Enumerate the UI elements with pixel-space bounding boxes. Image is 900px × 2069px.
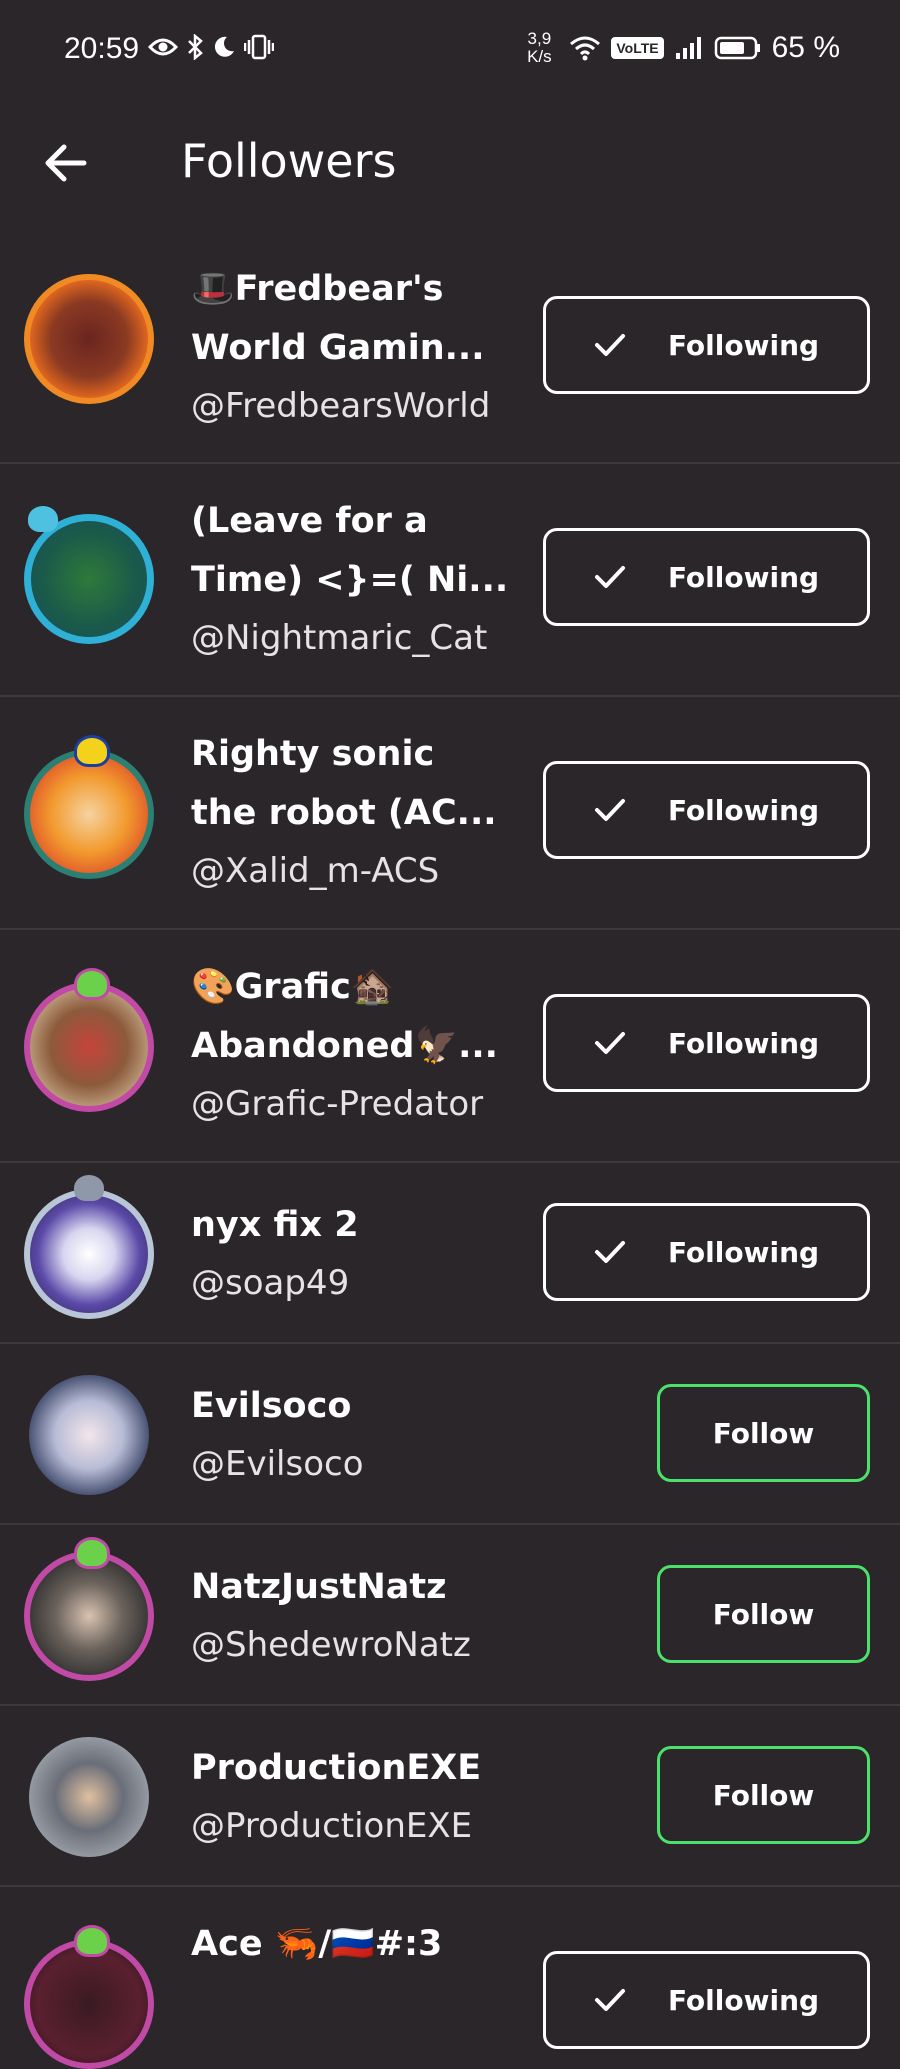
net-speed-unit: K/s: [527, 47, 552, 66]
follower-name: Righty sonic the robot (AC...: [191, 734, 497, 833]
followers-list: 🎩Fredbear's World Gamin... @FredbearsWor…: [0, 232, 900, 2069]
follow-button[interactable]: Follow: [657, 1384, 870, 1482]
moon-icon: [214, 36, 234, 57]
follower-row[interactable]: (Leave for a Time) <}=( Ni... @Nightmari…: [0, 464, 900, 697]
follow-button[interactable]: Follow: [657, 1746, 870, 1844]
button-label: Follow: [712, 1597, 815, 1631]
button-label: Following: [667, 328, 820, 362]
avatar[interactable]: [24, 1370, 154, 1500]
follower-name: Evilsoco: [191, 1386, 352, 1426]
follower-handle: @Grafic-Predator: [191, 1084, 484, 1124]
status-bar: 20:59 3,9 K/s VoLTE 65 %: [0, 0, 900, 100]
avatar[interactable]: [24, 735, 154, 879]
status-right: 3,9 K/s VoLTE 65 %: [519, 30, 840, 66]
follower-info: nyx fix 2 @soap49: [191, 1196, 359, 1311]
follower-info: Righty sonic the robot (AC... @Xalid_m-A…: [191, 725, 511, 899]
follower-name: 🎩Fredbear's World Gamin...: [191, 269, 485, 368]
follower-name: (Leave for a Time) <}=( Ni...: [191, 501, 509, 600]
avatar[interactable]: [24, 274, 154, 404]
following-button[interactable]: Following: [543, 994, 870, 1092]
check-icon: [594, 1032, 625, 1054]
follower-info: Ace 🦐/🇷🇺#:3: [191, 1915, 442, 1974]
follower-handle: @ProductionEXE: [191, 1806, 473, 1846]
avatar[interactable]: [24, 506, 154, 644]
avatar[interactable]: [24, 1175, 154, 1319]
follower-row[interactable]: 🎩Fredbear's World Gamin... @FredbearsWor…: [0, 232, 900, 464]
button-label: Following: [667, 793, 820, 827]
follower-row[interactable]: 🎨Grafic🏚️ Abandoned🦅... @Grafic-Predator…: [0, 930, 900, 1163]
follower-row[interactable]: Righty sonic the robot (AC... @Xalid_m-A…: [0, 697, 900, 930]
button-label: Following: [667, 1026, 820, 1060]
following-button[interactable]: Following: [543, 296, 870, 394]
following-button[interactable]: Following: [543, 1951, 870, 2049]
wifi-icon: [570, 36, 601, 61]
follower-name: NatzJustNatz: [191, 1567, 447, 1607]
button-label: Following: [667, 560, 820, 594]
back-button[interactable]: [40, 138, 100, 188]
status-time: 20:59: [64, 32, 140, 65]
follower-handle: @soap49: [191, 1263, 350, 1303]
follower-info: 🎩Fredbear's World Gamin... @FredbearsWor…: [191, 260, 511, 434]
follower-handle: @Xalid_m-ACS: [191, 851, 440, 891]
avatar[interactable]: [24, 968, 154, 1112]
battery-percent: 65 %: [771, 31, 840, 64]
follower-name: 🎨Grafic🏚️ Abandoned🦅...: [191, 967, 498, 1066]
following-button[interactable]: Following: [543, 528, 870, 626]
arrow-left-icon: [45, 144, 87, 182]
app-header: Followers: [0, 118, 900, 208]
vibrate-icon: [244, 34, 274, 60]
follower-info: 🎨Grafic🏚️ Abandoned🦅... @Grafic-Predator: [191, 958, 511, 1132]
button-label: Follow: [712, 1778, 815, 1812]
follower-name: ProductionEXE: [191, 1748, 482, 1788]
network-speed: 3,9 K/s: [519, 30, 559, 66]
follower-info: Evilsoco @Evilsoco: [191, 1377, 364, 1492]
check-icon: [594, 1241, 625, 1263]
follower-info: ProductionEXE @ProductionEXE: [191, 1739, 481, 1854]
button-label: Follow: [712, 1416, 815, 1450]
follow-button[interactable]: Follow: [657, 1565, 870, 1663]
check-icon: [594, 334, 625, 356]
follower-info: (Leave for a Time) <}=( Ni... @Nightmari…: [191, 492, 511, 666]
avatar[interactable]: [24, 1732, 154, 1862]
eye-icon: [148, 38, 178, 56]
follower-row[interactable]: Ace 🦐/🇷🇺#:3 Following: [0, 1887, 900, 2069]
follower-name: nyx fix 2: [191, 1205, 359, 1245]
volte-badge: VoLTE: [611, 37, 664, 59]
check-icon: [594, 799, 625, 821]
follower-handle: @FredbearsWorld: [191, 386, 491, 426]
follower-info: NatzJustNatz @ShedewroNatz: [191, 1558, 471, 1673]
following-button[interactable]: Following: [543, 761, 870, 859]
button-label: Following: [667, 1983, 820, 2017]
bluetooth-icon: [188, 34, 203, 60]
follower-row[interactable]: nyx fix 2 @soap49 Following: [0, 1163, 900, 1344]
net-speed-value: 3,9: [527, 29, 552, 48]
follower-handle: @Evilsoco: [191, 1444, 364, 1484]
page-title: Followers: [181, 134, 397, 188]
status-icons: [148, 34, 274, 60]
follower-row[interactable]: NatzJustNatz @ShedewroNatz Follow: [0, 1525, 900, 1706]
follower-row[interactable]: ProductionEXE @ProductionEXE Follow: [0, 1706, 900, 1887]
button-label: Following: [667, 1235, 820, 1269]
avatar[interactable]: [24, 1537, 154, 1681]
signal-icon: [675, 37, 701, 59]
follower-row[interactable]: Evilsoco @Evilsoco Follow: [0, 1344, 900, 1525]
follower-name: Ace 🦐/🇷🇺#:3: [191, 1924, 443, 1964]
follower-handle: @ShedewroNatz: [191, 1625, 471, 1665]
avatar[interactable]: [24, 1925, 154, 2069]
check-icon: [594, 566, 625, 588]
following-button[interactable]: Following: [543, 1203, 870, 1301]
follower-handle: @Nightmaric_Cat: [191, 618, 488, 658]
battery-icon: [714, 36, 760, 60]
